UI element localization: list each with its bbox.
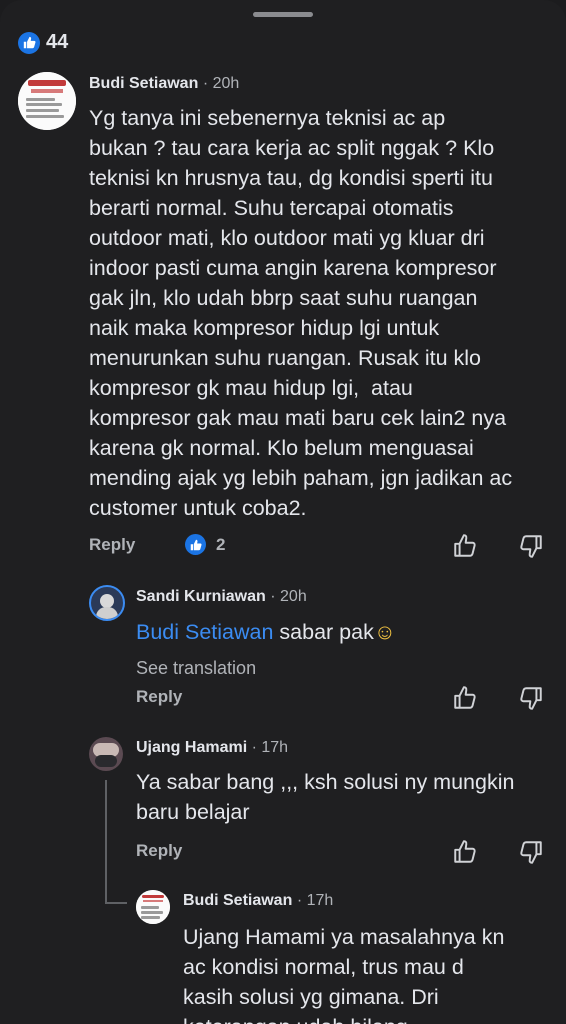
comment-text-line: ac kondisi normal, trus mau d bbox=[183, 955, 464, 979]
comment-text: Budi Setiawan sabar pak☺ bbox=[136, 620, 396, 644]
comment-text-line: kompresor gk mau hidup lgi, atau bbox=[89, 376, 413, 400]
reply-button[interactable]: Reply bbox=[136, 841, 182, 861]
comment-text-line: menurunkan suhu ruangan. Rusak itu klo bbox=[89, 346, 482, 370]
comment-text-line: kasih solusi yg gimana. Dri bbox=[183, 985, 439, 1009]
comment-author[interactable]: Sandi Kurniawan · 20h bbox=[136, 588, 307, 606]
comment-text-line: karena gk normal. Klo belum menguasai bbox=[89, 436, 474, 460]
avatar[interactable] bbox=[136, 890, 170, 924]
post-reactions[interactable]: 44 bbox=[18, 31, 68, 54]
thumbs-up-icon[interactable] bbox=[452, 685, 478, 711]
comment-text-line: customer untuk coba2. bbox=[89, 496, 307, 520]
comment-author[interactable]: Ujang Hamami · 17h bbox=[136, 739, 288, 757]
comment-text-line: outdoor mati, klo outdoor mati yg kluar … bbox=[89, 226, 485, 250]
comment-like-count[interactable]: 2 bbox=[185, 534, 225, 555]
like-reaction-icon bbox=[18, 31, 40, 54]
avatar[interactable] bbox=[89, 585, 125, 621]
reply-button[interactable]: Reply bbox=[89, 535, 135, 555]
drag-handle[interactable] bbox=[253, 12, 313, 17]
comment-time: · 20h bbox=[202, 75, 240, 92]
comment-text: Ya sabar bang ,,, ksh solusi ny mungkin b… bbox=[136, 767, 514, 827]
smiling-face-emoji: ☺ bbox=[373, 620, 396, 644]
thumbs-down-icon[interactable] bbox=[518, 839, 544, 865]
reply-button[interactable]: Reply bbox=[136, 687, 182, 707]
thread-line bbox=[105, 780, 107, 902]
comment-time: · 20h bbox=[270, 588, 307, 605]
comment-text-line: gak jln, klo udah bbrp saat suhu ruangan bbox=[89, 286, 478, 310]
avatar[interactable] bbox=[18, 72, 76, 130]
thumbs-down-icon[interactable] bbox=[518, 685, 544, 711]
mention-link[interactable]: Budi Setiawan bbox=[136, 620, 273, 644]
see-translation-link[interactable]: See translation bbox=[136, 658, 256, 679]
thumbs-up-icon[interactable] bbox=[452, 839, 478, 865]
comment-text: Yg tanya ini sebenernya teknisi ac ap buk… bbox=[89, 103, 512, 523]
comment-text-line: mending ajak yg lebih paham, jgn jadikan… bbox=[89, 466, 513, 490]
comment-author[interactable]: Budi Setiawan · 20h bbox=[89, 75, 239, 93]
avatar[interactable] bbox=[89, 737, 123, 771]
thumbs-down-icon[interactable] bbox=[518, 533, 544, 559]
comments-sheet: 44 Budi Setiawan · 20h Yg tanya ini sebe… bbox=[0, 0, 566, 1024]
comment-text-line: bukan ? tau cara kerja ac split nggak ? … bbox=[89, 136, 495, 160]
comment-author[interactable]: Budi Setiawan · 17h bbox=[183, 892, 333, 910]
like-reaction-icon bbox=[185, 534, 206, 555]
thumbs-up-icon[interactable] bbox=[452, 533, 478, 559]
comment-text: Ujang Hamami ya masalahnya kn ac kondisi … bbox=[183, 922, 504, 1024]
comment-text-line: kompresor gak mau mati baru cek lain2 ny… bbox=[89, 406, 507, 430]
comment-time: · 17h bbox=[296, 892, 334, 909]
comment-text-line: Ya sabar bang ,,, ksh solusi ny mungkin bbox=[136, 770, 515, 794]
comment-text-line: teknisi kn hrusnya tau, dg kondisi spert… bbox=[89, 166, 493, 190]
thread-line bbox=[105, 902, 127, 904]
comment-text-line: keterangan udah bilang bbox=[183, 1012, 504, 1024]
comment-text-line: Yg tanya ini sebenernya teknisi ac ap bbox=[89, 106, 446, 130]
reaction-count: 44 bbox=[46, 31, 69, 53]
comment-text-line: Ujang Hamami ya masalahnya kn bbox=[183, 925, 505, 949]
comment-text-line: baru belajar bbox=[136, 800, 250, 824]
comment-text-line: naik maka kompresor hidup lgi untuk bbox=[89, 316, 440, 340]
comment-text-line: berarti normal. Suhu tercapai otomatis bbox=[89, 196, 454, 220]
comment-time: · 17h bbox=[251, 739, 289, 756]
comment-text-line: indoor pasti cuma angin karena kompresor bbox=[89, 256, 497, 280]
